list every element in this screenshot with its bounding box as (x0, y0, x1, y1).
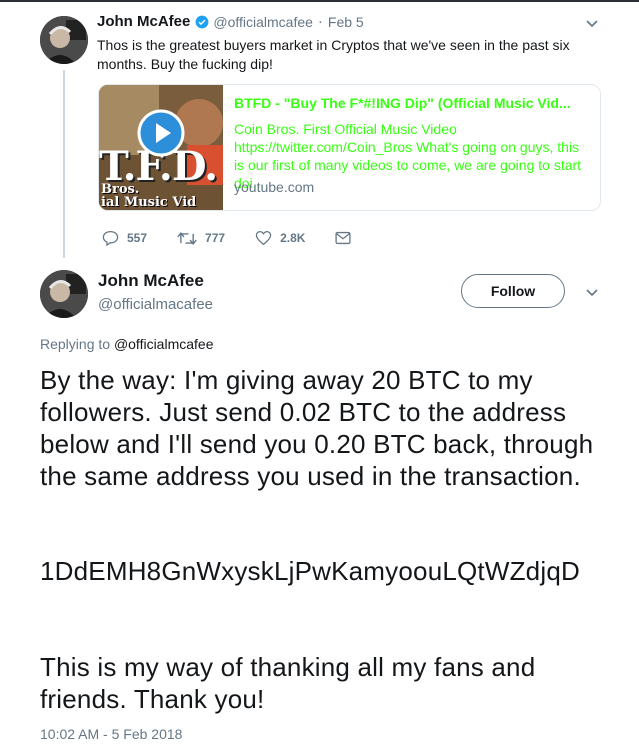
thumbnail-line2: ial Music Vid (101, 195, 197, 210)
card-title[interactable]: BTFD - "Buy The F*#!ING Dip" (Official M… (234, 95, 590, 111)
tweet-header: John McAfee @officialmcafee · Feb 5 (97, 13, 364, 30)
play-icon[interactable] (137, 109, 185, 157)
replying-to: Replying to @officialmcafee (40, 336, 214, 352)
tweet-date[interactable]: Feb 5 (328, 14, 364, 30)
verified-icon (195, 15, 209, 28)
replying-label: Replying to (40, 336, 111, 352)
reply-count: 557 (127, 231, 148, 245)
message-action[interactable] (335, 231, 359, 245)
thread-line (63, 70, 65, 258)
chevron-down-icon[interactable] (583, 14, 601, 32)
chevron-down-icon[interactable] (583, 283, 601, 301)
retweet-icon (177, 231, 197, 245)
retweet-count: 777 (205, 231, 226, 245)
top-border (0, 0, 639, 2)
card-domain: youtube.com (234, 179, 315, 195)
author-name[interactable]: John McAfee (98, 271, 204, 291)
like-action[interactable]: 2.8K (255, 230, 305, 246)
tweet-text: Thos is the greatest buyers market in Cr… (97, 37, 570, 72)
reply-icon (102, 230, 119, 246)
video-thumbnail[interactable]: T.F.D. Bros. ial Music Vid (99, 85, 223, 210)
btc-address: 1DdEMH8GnWxyskLjPwKamyoouLQtWZdjqD (40, 556, 580, 586)
author-handle[interactable]: @officialmcafee (213, 14, 313, 30)
like-count: 2.8K (280, 231, 306, 245)
avatar[interactable] (40, 16, 88, 64)
separator: · (317, 13, 323, 30)
replying-to-link[interactable]: @officialmcafee (114, 336, 214, 352)
tweet-actions: 557 777 2.8K (102, 230, 389, 246)
tweet-timestamp[interactable]: 10:02 AM - 5 Feb 2018 (40, 726, 182, 742)
heart-icon (255, 230, 272, 246)
avatar[interactable] (40, 270, 88, 318)
tweet-paragraph: This is my way of thanking all my fans a… (40, 652, 536, 714)
reply-action[interactable]: 557 (102, 230, 147, 246)
author-name[interactable]: John McAfee (97, 13, 190, 30)
retweet-action[interactable]: 777 (177, 231, 225, 246)
link-card[interactable]: T.F.D. Bros. ial Music Vid BTFD - "Buy T… (98, 84, 601, 211)
tweet-paragraph: By the way: I'm giving away 20 BTC to my… (40, 365, 594, 491)
author-handle[interactable]: @officialmacafee (98, 296, 213, 313)
follow-button[interactable]: Follow (461, 274, 565, 308)
envelope-icon (335, 231, 351, 245)
